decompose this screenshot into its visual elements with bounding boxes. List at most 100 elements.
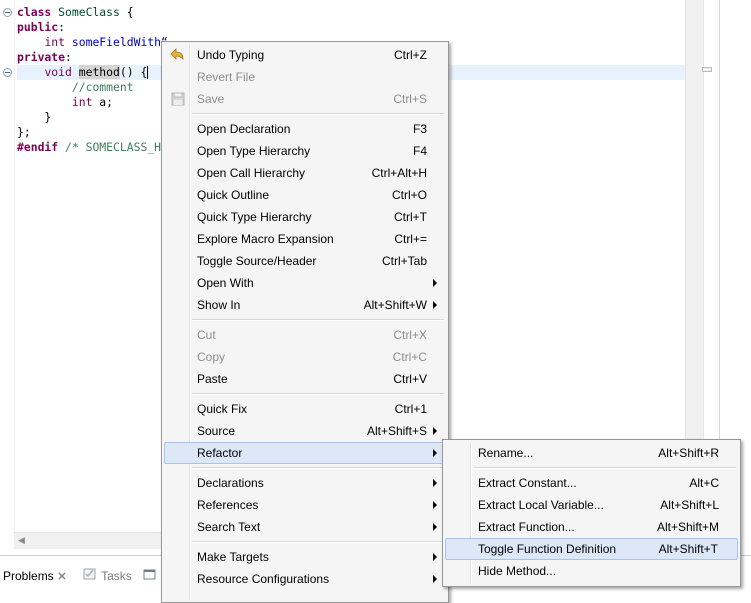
menu-item-label: Toggle Function Definition [478,542,617,556]
code-token: someFieldWith“ [71,35,168,49]
menu-item-open-call-hierarchy[interactable]: Open Call Hierarchy Ctrl+Alt+H [164,162,446,184]
menu-item-source[interactable]: Source Alt+Shift+S [164,420,446,442]
menu-item-extract-local-variable[interactable]: Extract Local Variable... Alt+Shift+L [445,494,738,516]
menu-item-shortcut: Alt+C [689,476,719,490]
menu-item-label: Rename... [478,446,534,460]
menu-item-quick-fix[interactable]: Quick Fix Ctrl+1 [164,398,446,420]
scroll-left-icon[interactable]: ◀ [18,536,25,546]
code-line[interactable]: private: [17,50,72,65]
code-line[interactable]: //comment [17,80,134,95]
menu-item-show-in[interactable]: Show In Alt+Shift+W [164,294,446,316]
tab-problems[interactable]: Problems [0,566,78,586]
menu-item-paste[interactable]: Paste Ctrl+V [164,368,446,390]
code-token: /* SOMECLASS_H [65,140,162,154]
menu-item-search-text[interactable]: Search Text [164,516,446,538]
menu-item-declarations[interactable]: Declarations [164,472,446,494]
menu-item-undo-typing[interactable]: Undo Typing Ctrl+Z [164,44,446,66]
menu-item-shortcut: Ctrl+1 [394,402,427,416]
menu-item-open-with[interactable]: Open With [164,272,446,294]
code-token: //comment [71,80,134,94]
code-line[interactable]: public: [17,20,65,35]
menu-item-shortcut: F3 [412,122,427,136]
menu-item-rename[interactable]: Rename... Alt+Shift+R [445,442,738,464]
menu-item-references[interactable]: References [164,494,446,516]
menu-item-open-type-hierarchy[interactable]: Open Type Hierarchy F4 [164,140,446,162]
code-token: int [71,95,93,109]
code-token: { [119,5,134,19]
editor-gutter [14,0,15,532]
code-token: } [17,110,52,124]
code-token: : [58,20,66,34]
menu-item-label: Quick Type Hierarchy [197,210,312,224]
menu-item-quick-outline[interactable]: Quick Outline Ctrl+O [164,184,446,206]
menu-item-shortcut: Ctrl+C [392,350,427,364]
menu-item-copy[interactable]: Copy Ctrl+C [164,346,446,368]
menu-item-explore-macro-expansion[interactable]: Explore Macro Expansion Ctrl+= [164,228,446,250]
code-token: void [44,65,72,79]
menu-separator [192,467,444,469]
menu-item-shortcut: Alt+Shift+L [660,498,719,512]
code-line[interactable]: }; [17,125,31,140]
submenu-arrow-icon [433,479,437,487]
menu-item-label: References [197,498,259,512]
code-token: () { [119,65,148,79]
tab-label: Problems [3,569,54,583]
submenu-arrow-icon [433,575,437,583]
menu-item-label: Toggle Source/Header [197,254,317,268]
menu-item-open-declaration[interactable]: Open Declaration F3 [164,118,446,140]
menu-item-label: Save [197,92,225,106]
tab-console[interactable] [143,566,157,586]
menu-item-shortcut: Alt+Shift+T [658,542,718,556]
menu-item-shortcut: Alt+Shift+M [656,520,719,534]
submenu-arrow-icon [433,301,437,309]
code-line[interactable]: int a; [17,95,113,110]
menu-item-shortcut: Alt+Shift+R [658,446,719,460]
menu-item-revert-file[interactable]: Revert File [164,66,446,88]
undo-icon [170,47,186,63]
code-line[interactable]: int someFieldWith“ [17,35,168,50]
method-name-occurrence: method [78,65,120,79]
tab-tasks[interactable]: Tasks [82,566,132,586]
menu-separator [192,319,444,321]
menu-separator [473,467,736,469]
menu-item-label: Extract Local Variable... [478,498,604,512]
code-line[interactable]: } [17,110,51,125]
fold-collapse-icon[interactable] [3,8,12,17]
menu-item-hide-method[interactable]: Hide Method... [445,560,738,582]
menu-item-quick-type-hierarchy[interactable]: Quick Type Hierarchy Ctrl+T [164,206,446,228]
code-line[interactable]: class SomeClass { [17,5,134,20]
menu-item-extract-function[interactable]: Extract Function... Alt+Shift+M [445,516,738,538]
menu-item-shortcut: Alt+Shift+W [363,298,427,312]
menu-item-shortcut: Ctrl+T [394,210,427,224]
text-cursor [147,66,149,79]
code-line[interactable]: void method() { [17,65,149,80]
menu-item-label: Quick Outline [197,188,270,202]
close-icon[interactable] [57,567,67,587]
menu-item-label: Hide Method... [478,564,557,578]
menu-item-label: Undo Typing [197,48,265,62]
menu-item-refactor[interactable]: Refactor [164,442,446,464]
code-line[interactable]: #endif /* SOMECLASS_H [17,140,161,155]
menu-item-extract-constant[interactable]: Extract Constant... Alt+C [445,472,738,494]
menu-item-toggle-function-definition[interactable]: Toggle Function Definition Alt+Shift+T [445,538,738,560]
menu-item-save[interactable]: Save Ctrl+S [164,88,446,110]
menu-item-toggle-source-header[interactable]: Toggle Source/Header Ctrl+Tab [164,250,446,272]
menu-item-shortcut: Alt+Shift+S [366,424,427,438]
menu-item-label: Refactor [197,446,243,460]
menu-item-label: Extract Constant... [478,476,577,490]
context-menu: Undo Typing Ctrl+Z Revert File Save Ctrl+S Op… [161,41,449,603]
overview-marker[interactable] [702,64,713,76]
menu-item-label: Open Call Hierarchy [197,166,306,180]
code-token: int [44,35,66,49]
fold-collapse-icon[interactable] [3,68,12,77]
code-token: a; [92,95,114,109]
code-token: class [17,5,52,19]
menu-item-label: Show In [197,298,241,312]
menu-item-label: Search Text [197,520,261,534]
menu-separator [192,393,444,395]
menu-item-make-targets[interactable]: Make Targets [164,546,446,568]
menu-item-resource-configurations[interactable]: Resource Configurations [164,568,446,590]
submenu-arrow-icon [433,553,437,561]
menu-item-cut[interactable]: Cut Ctrl+X [164,324,446,346]
